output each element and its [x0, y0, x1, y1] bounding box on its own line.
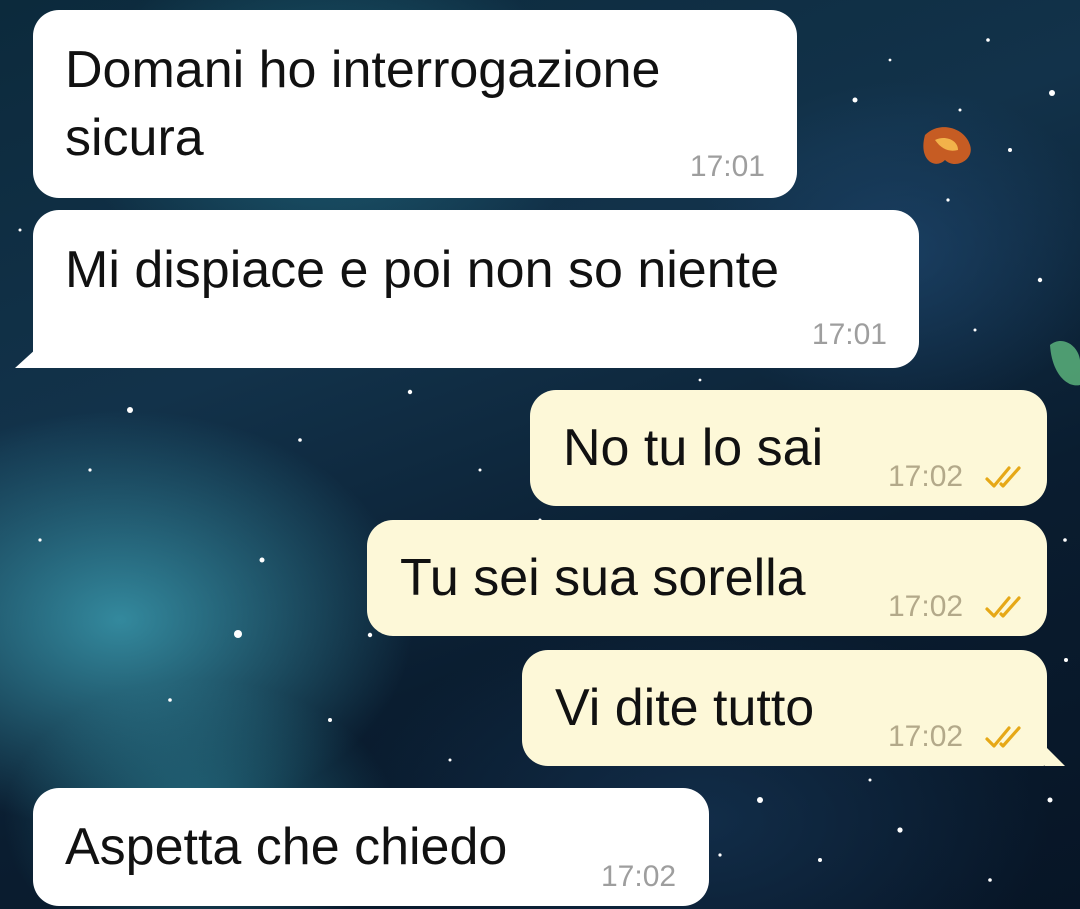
message-text: No tu lo sai [563, 419, 824, 477]
bubble-tail [15, 348, 37, 368]
message-bubble-incoming[interactable]: Domani ho interrogazione sicura 17:01 [33, 10, 797, 198]
bubble-tail [1045, 746, 1065, 766]
message-bubble-outgoing[interactable]: Tu sei sua sorella 17:02 [367, 520, 1047, 636]
message-text: Tu sei sua sorella [400, 549, 806, 607]
double-check-icon [985, 466, 1021, 488]
message-text: Mi dispiace e poi non so niente [65, 241, 780, 299]
message-time: 17:01 [689, 150, 765, 183]
double-check-icon [985, 596, 1021, 618]
message-time: 17:02 [888, 590, 964, 623]
message-bubble-incoming[interactable]: Aspetta che chiedo 17:02 [33, 788, 709, 906]
message-time: 17:02 [601, 860, 677, 893]
message-bubble-outgoing[interactable]: No tu lo sai 17:02 [530, 390, 1047, 506]
nebula-blob [923, 127, 1080, 386]
message-text: Vi dite tutto [555, 679, 815, 737]
message-text: Aspetta che chiedo [65, 818, 508, 876]
double-check-icon [985, 726, 1021, 748]
message-text: Domani ho interrogazione [65, 41, 661, 99]
message-text: sicura [65, 109, 204, 167]
message-time: 17:02 [888, 460, 964, 493]
message-time: 17:01 [811, 318, 887, 351]
message-bubble-incoming[interactable]: Mi dispiace e poi non so niente 17:01 [33, 210, 919, 368]
message-time: 17:02 [888, 720, 964, 753]
message-bubble-outgoing[interactable]: Vi dite tutto 17:02 [522, 650, 1047, 766]
